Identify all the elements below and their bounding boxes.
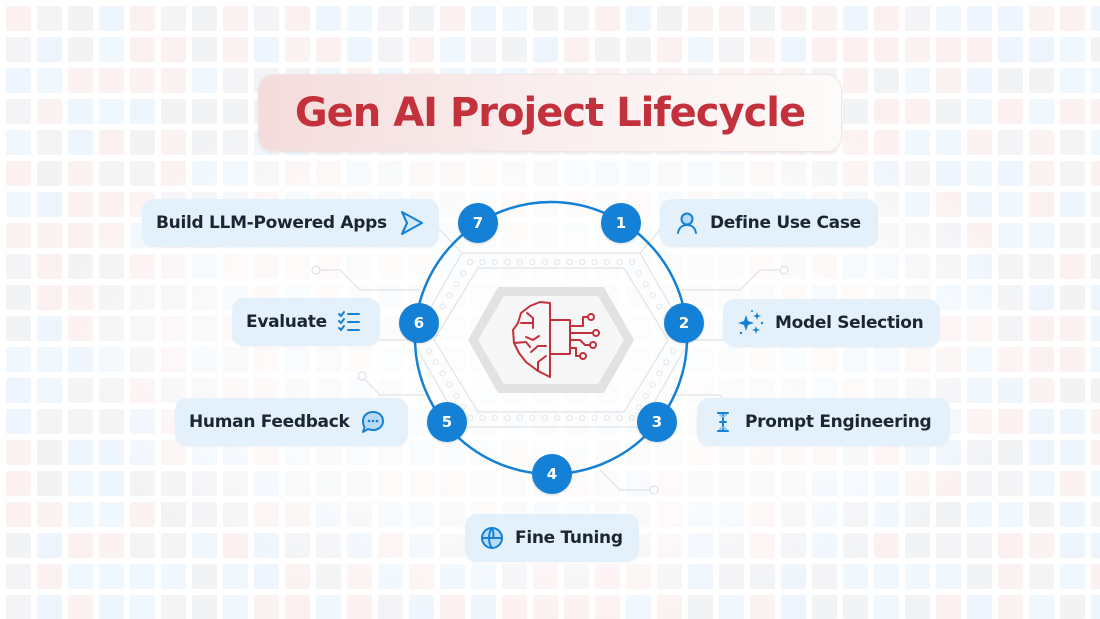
circuit-dot bbox=[579, 258, 586, 266]
step-7-badge: 7 bbox=[458, 203, 498, 243]
circuit-dot bbox=[529, 258, 536, 266]
circuit-dot bbox=[439, 303, 446, 310]
step-prompt-engineering[interactable]: Prompt Engineering bbox=[697, 398, 950, 446]
step-human-feedback[interactable]: Human Feedback bbox=[175, 398, 408, 446]
text-cursor-icon bbox=[717, 412, 729, 432]
step-label: Fine Tuning bbox=[515, 528, 623, 548]
circuit-dot bbox=[439, 370, 446, 377]
circuit-dot bbox=[446, 381, 453, 388]
circuit-dot bbox=[453, 392, 460, 399]
circuit-dot bbox=[642, 281, 649, 288]
circuit-dot bbox=[516, 414, 523, 422]
circuit-dot bbox=[491, 258, 499, 266]
circuit-dot bbox=[603, 414, 611, 422]
circuit-dot bbox=[541, 258, 548, 266]
circuit-dot bbox=[516, 258, 523, 266]
circuit-dot bbox=[649, 381, 656, 388]
play-arrow-icon bbox=[400, 211, 423, 235]
user-icon bbox=[677, 212, 697, 234]
chat-bubble-icon bbox=[361, 411, 384, 433]
page-title: Gen AI Project Lifecycle bbox=[294, 90, 806, 136]
step-define-use-case[interactable]: Define Use Case bbox=[660, 199, 878, 247]
title-banner: Gen AI Project Lifecycle bbox=[258, 74, 842, 152]
circuit-dot bbox=[504, 258, 511, 266]
circuit-dot bbox=[656, 303, 663, 310]
circuit-dot bbox=[504, 414, 511, 422]
circuit-dot bbox=[591, 414, 598, 422]
checklist-icon bbox=[337, 311, 360, 331]
circuit-dot bbox=[670, 348, 677, 355]
circuit-dot bbox=[529, 414, 536, 422]
circuit-dot bbox=[466, 258, 474, 266]
step-fine-tuning[interactable]: Fine Tuning bbox=[465, 514, 639, 562]
circuit-dot bbox=[566, 414, 573, 422]
circuit-dot bbox=[579, 414, 586, 422]
step-label: Define Use Case bbox=[710, 213, 861, 233]
circuit-dot bbox=[425, 348, 432, 355]
circuit-dot bbox=[656, 370, 663, 377]
circuit-dot bbox=[663, 359, 670, 366]
circuit-dot bbox=[591, 258, 598, 266]
circuit-dot bbox=[554, 414, 561, 422]
sparkles-icon bbox=[738, 310, 764, 335]
step-model-selection[interactable]: Model Selection bbox=[723, 299, 940, 347]
step-label: Evaluate bbox=[246, 312, 327, 332]
step-evaluate[interactable]: Evaluate bbox=[232, 298, 380, 346]
circuit-dot bbox=[446, 292, 453, 299]
circuit-dot bbox=[616, 258, 623, 266]
circuit-dot bbox=[635, 270, 642, 277]
step-label: Model Selection bbox=[775, 313, 924, 333]
step-label: Prompt Engineering bbox=[745, 412, 932, 432]
circuit-dot bbox=[554, 258, 561, 266]
circuit-dot bbox=[453, 281, 460, 288]
circuit-dot bbox=[479, 414, 486, 422]
circuit-dot bbox=[628, 258, 636, 266]
step-4-badge: 4 bbox=[532, 454, 572, 494]
circuit-dot bbox=[642, 392, 649, 399]
circuit-dot bbox=[603, 258, 611, 266]
step-label: Build LLM-Powered Apps bbox=[156, 213, 387, 233]
circuit-dot bbox=[466, 414, 474, 422]
circuit-dot bbox=[432, 359, 439, 366]
globe-icon bbox=[481, 527, 503, 549]
circuit-dot bbox=[479, 258, 486, 266]
circuit-dot bbox=[628, 414, 636, 422]
step-1-badge: 1 bbox=[601, 203, 641, 243]
step-5-badge: 5 bbox=[427, 402, 467, 442]
circuit-dot bbox=[649, 292, 656, 299]
circuit-dot bbox=[541, 414, 548, 422]
circuit-dot bbox=[566, 258, 573, 266]
step-6-badge: 6 bbox=[399, 303, 439, 343]
circuit-dot bbox=[460, 270, 467, 277]
step-label: Human Feedback bbox=[189, 412, 350, 432]
circuit-dot bbox=[616, 414, 623, 422]
step-2-badge: 2 bbox=[664, 303, 704, 343]
step-build-llm-powered-apps[interactable]: Build LLM-Powered Apps bbox=[142, 199, 439, 247]
step-3-badge: 3 bbox=[637, 402, 677, 442]
circuit-dot bbox=[491, 414, 499, 422]
